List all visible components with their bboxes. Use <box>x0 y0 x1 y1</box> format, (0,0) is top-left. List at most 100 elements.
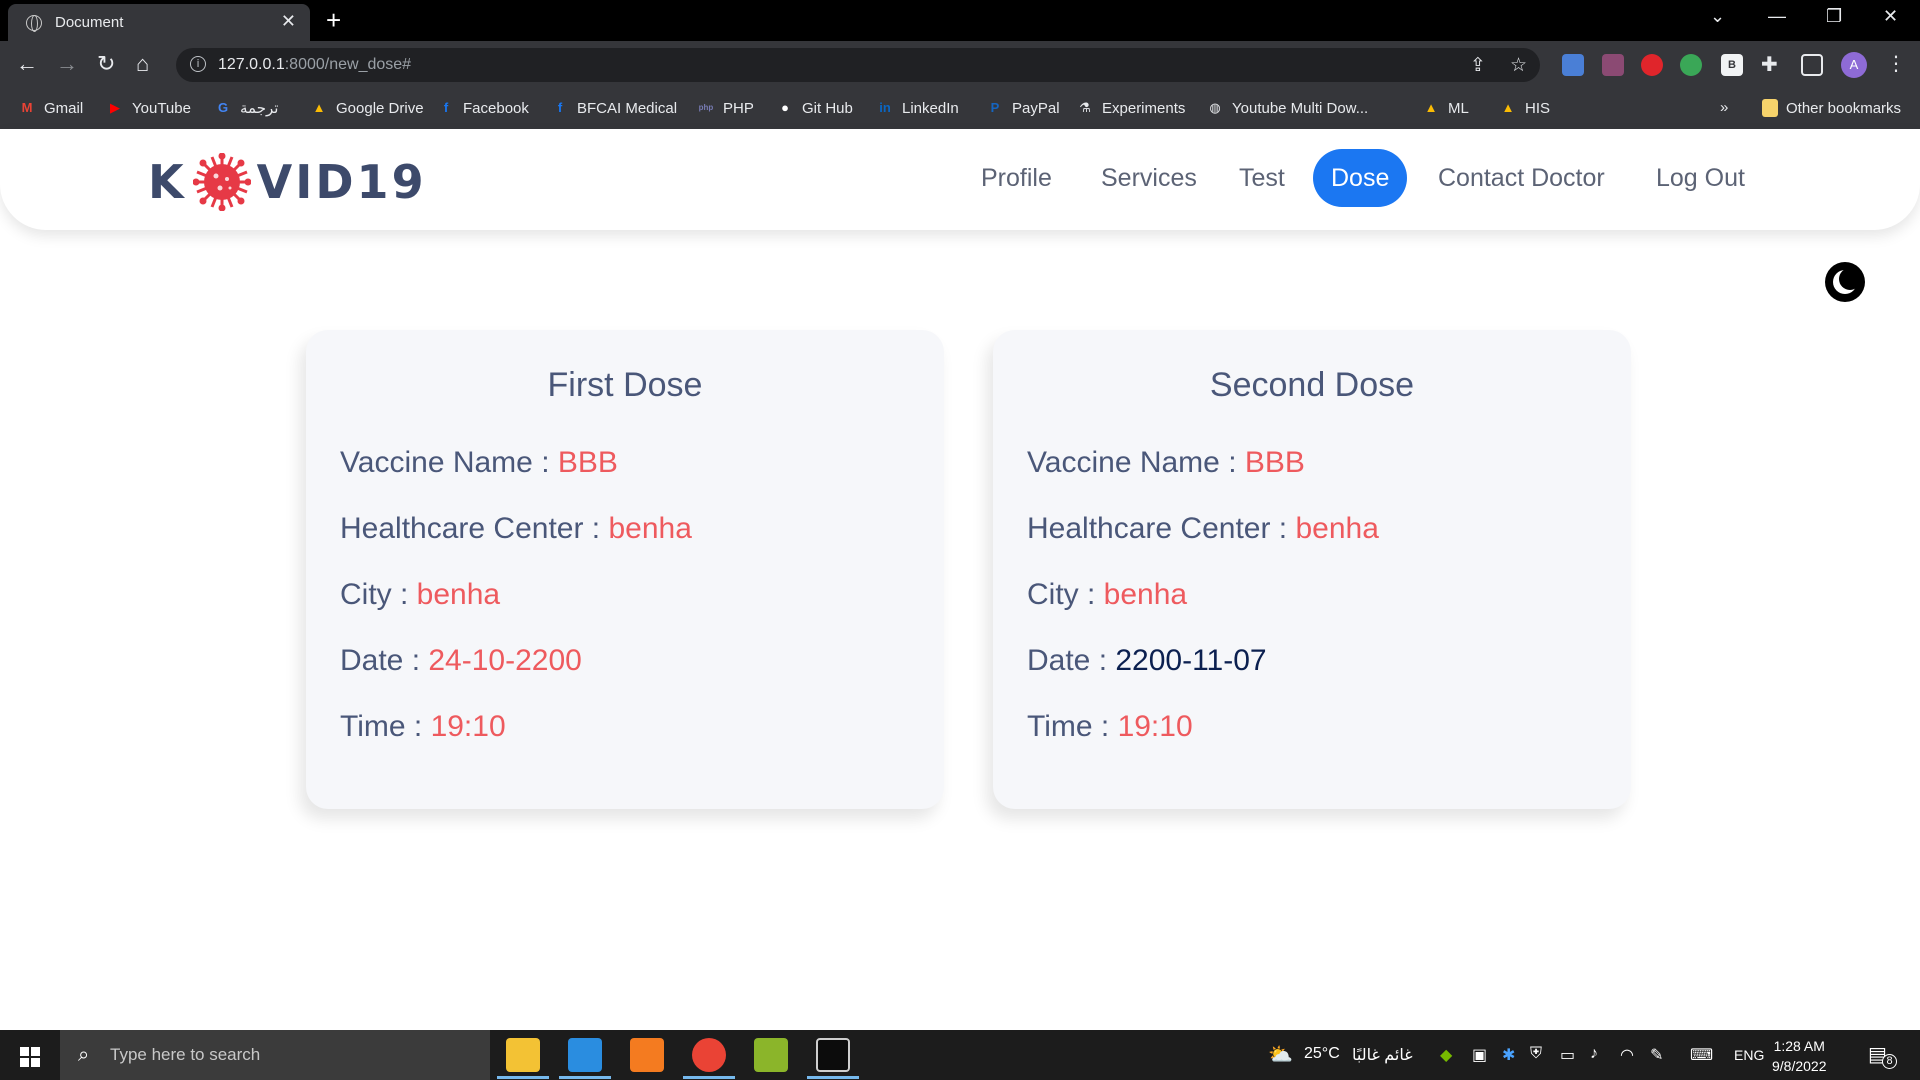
first-dose-card: First Dose Vaccine Name : BBB Healthcare… <box>306 330 944 809</box>
virus-icon <box>192 153 251 211</box>
other-bookmarks-label: Other bookmarks <box>1786 99 1902 117</box>
nav-test[interactable]: Test <box>1221 149 1303 207</box>
meet-icon[interactable]: ▣ <box>1472 1045 1487 1065</box>
bookmark-item[interactable]: ▲ ML <box>1422 99 1469 117</box>
address-bar[interactable]: i 127.0.0.1:8000/new_dose# ⇪ ☆ <box>176 48 1540 82</box>
forward-icon[interactable]: → <box>56 51 78 77</box>
globe-icon: ◍ <box>1209 100 1221 115</box>
extensions-puzzle-icon[interactable]: ✚ <box>1761 54 1783 76</box>
url-text[interactable]: 127.0.0.1:8000/new_dose# <box>218 56 411 74</box>
vaccine-name-row: Vaccine Name : BBB <box>340 446 618 479</box>
profile-avatar[interactable]: A <box>1841 52 1867 78</box>
bookmark-item[interactable]: ▶ YouTube <box>106 99 191 117</box>
bookmark-label: PayPal <box>1012 99 1060 117</box>
github-icon: ● <box>781 100 789 115</box>
translate-icon: G <box>217 100 229 115</box>
reload-icon[interactable]: ↻ <box>97 51 115 77</box>
new-tab-button[interactable]: + <box>326 5 341 36</box>
weather-icon[interactable]: ⛅ <box>1268 1042 1293 1067</box>
tab-search-icon[interactable]: ⌄ <box>1710 6 1725 27</box>
tab-title: Document <box>55 14 124 31</box>
home-icon[interactable]: ⌂ <box>136 51 149 77</box>
translate-extension-icon[interactable] <box>1562 54 1584 76</box>
weather-temp[interactable]: 25°C <box>1304 1045 1340 1063</box>
vscode-icon[interactable] <box>568 1038 602 1072</box>
minimize-button[interactable]: — <box>1768 6 1786 27</box>
nvidia-icon[interactable]: ◆ <box>1440 1045 1452 1065</box>
restore-button[interactable]: ❐ <box>1826 6 1842 27</box>
bookmark-item[interactable]: G ترجمة <box>214 99 279 117</box>
clock-time: 1:28 AM <box>1773 1038 1825 1054</box>
terminal-icon[interactable] <box>816 1038 850 1072</box>
nav-log-out[interactable]: Log Out <box>1638 149 1763 207</box>
tab-close-button[interactable]: ✕ <box>281 11 296 32</box>
healthcare-center-row: Healthcare Center : benha <box>1027 512 1379 545</box>
facebook-icon: f <box>557 100 563 115</box>
logo-text-right: VID19 <box>256 155 427 209</box>
bookmarks-overflow-button[interactable]: » <box>1720 99 1728 116</box>
nav-dose[interactable]: Dose <box>1313 149 1408 207</box>
bookmark-item[interactable]: f BFCAI Medical <box>551 99 677 117</box>
bookmark-label: HIS <box>1525 99 1551 117</box>
share-icon[interactable]: ⇪ <box>1470 54 1486 77</box>
windows-start-icon[interactable] <box>20 1047 40 1067</box>
wifi-icon[interactable]: ◠ <box>1620 1045 1634 1065</box>
bookmark-label: Facebook <box>463 99 529 117</box>
bookmark-item[interactable]: in LinkedIn <box>876 99 959 117</box>
chrome-icon[interactable] <box>692 1038 726 1072</box>
bookmark-item[interactable]: ◍ Youtube Multi Dow... <box>1206 99 1368 117</box>
pen-extension-icon[interactable] <box>1602 54 1624 76</box>
battery-icon[interactable]: ▭ <box>1560 1045 1575 1065</box>
nav-contact-doctor[interactable]: Contact Doctor <box>1420 149 1623 207</box>
back-icon[interactable]: ← <box>16 51 38 77</box>
bookmark-label: Experiments <box>1102 99 1186 117</box>
site-info-icon[interactable]: i <box>190 56 206 72</box>
volume-icon[interactable]: ♪ <box>1590 1045 1598 1063</box>
bookmark-item[interactable]: P PayPal <box>986 99 1060 117</box>
nav-profile[interactable]: Profile <box>963 149 1070 207</box>
weather-description[interactable]: غائم غالبًا <box>1352 1045 1413 1065</box>
search-placeholder: Type here to search <box>110 1045 261 1064</box>
bookmark-label: Gmail <box>44 99 84 117</box>
close-window-button[interactable]: ✕ <box>1883 6 1898 27</box>
bluetooth-icon[interactable]: ✱ <box>1502 1045 1515 1065</box>
security-icon[interactable]: ⛨ <box>1530 1045 1542 1063</box>
language-indicator[interactable]: ENG <box>1734 1047 1764 1063</box>
adblock-extension-icon[interactable] <box>1641 54 1663 76</box>
bookmark-label: ترجمة <box>240 100 279 117</box>
bookmark-item[interactable]: ● Git Hub <box>776 99 853 117</box>
nav-services[interactable]: Services <box>1083 149 1215 207</box>
side-panel-icon[interactable] <box>1801 54 1823 76</box>
keyboard-icon[interactable]: ⌨ <box>1690 1045 1713 1065</box>
bookmark-item[interactable]: ▲ Google Drive <box>310 99 424 117</box>
chrome-menu-icon[interactable]: ⋮ <box>1886 51 1906 76</box>
kovid19-logo[interactable]: K VID19 <box>148 153 427 211</box>
bookmark-item[interactable]: ⚗ Experiments <box>1076 99 1185 117</box>
dose-card-title: First Dose <box>547 366 703 404</box>
bookmark-label: PHP <box>723 99 754 117</box>
youtube-icon: ▶ <box>110 100 120 115</box>
city-row: City : benha <box>340 578 501 611</box>
file-explorer-icon[interactable] <box>506 1038 540 1072</box>
b-extension-icon[interactable]: B <box>1721 54 1743 76</box>
other-bookmarks-folder[interactable]: Other bookmarks <box>1762 99 1901 117</box>
bookmark-label: Git Hub <box>802 99 853 117</box>
bookmark-star-icon[interactable]: ☆ <box>1510 54 1527 77</box>
taskbar-search-box[interactable]: ⌕ Type here to search <box>60 1030 490 1080</box>
site-navbar: K VID19 Profile Services Test Dose Conta… <box>0 129 1920 230</box>
bookmark-item[interactable]: php PHP <box>697 99 754 117</box>
bookmark-label: LinkedIn <box>902 99 959 117</box>
bookmark-item[interactable]: ▲ HIS <box>1499 99 1550 117</box>
drive-icon: ▲ <box>312 100 326 115</box>
bookmark-item[interactable]: f Facebook <box>437 99 529 117</box>
healthcare-center-row: Healthcare Center : benha <box>340 512 692 545</box>
browser-tab[interactable]: Document ✕ <box>8 4 310 41</box>
color-extension-icon[interactable] <box>1680 54 1702 76</box>
xampp-icon[interactable] <box>630 1038 664 1072</box>
bookmarks-bar: » Other bookmarks M Gmail ▶ YouTube G ترجمة ▲ G… <box>0 89 1920 129</box>
lambda-app-icon[interactable] <box>754 1038 788 1072</box>
pen-icon[interactable]: ✎ <box>1650 1045 1663 1065</box>
system-clock[interactable]: 1:28 AM 9/8/2022 <box>1772 1036 1827 1076</box>
dark-mode-toggle[interactable] <box>1825 262 1865 302</box>
bookmark-item[interactable]: M Gmail <box>18 99 84 117</box>
